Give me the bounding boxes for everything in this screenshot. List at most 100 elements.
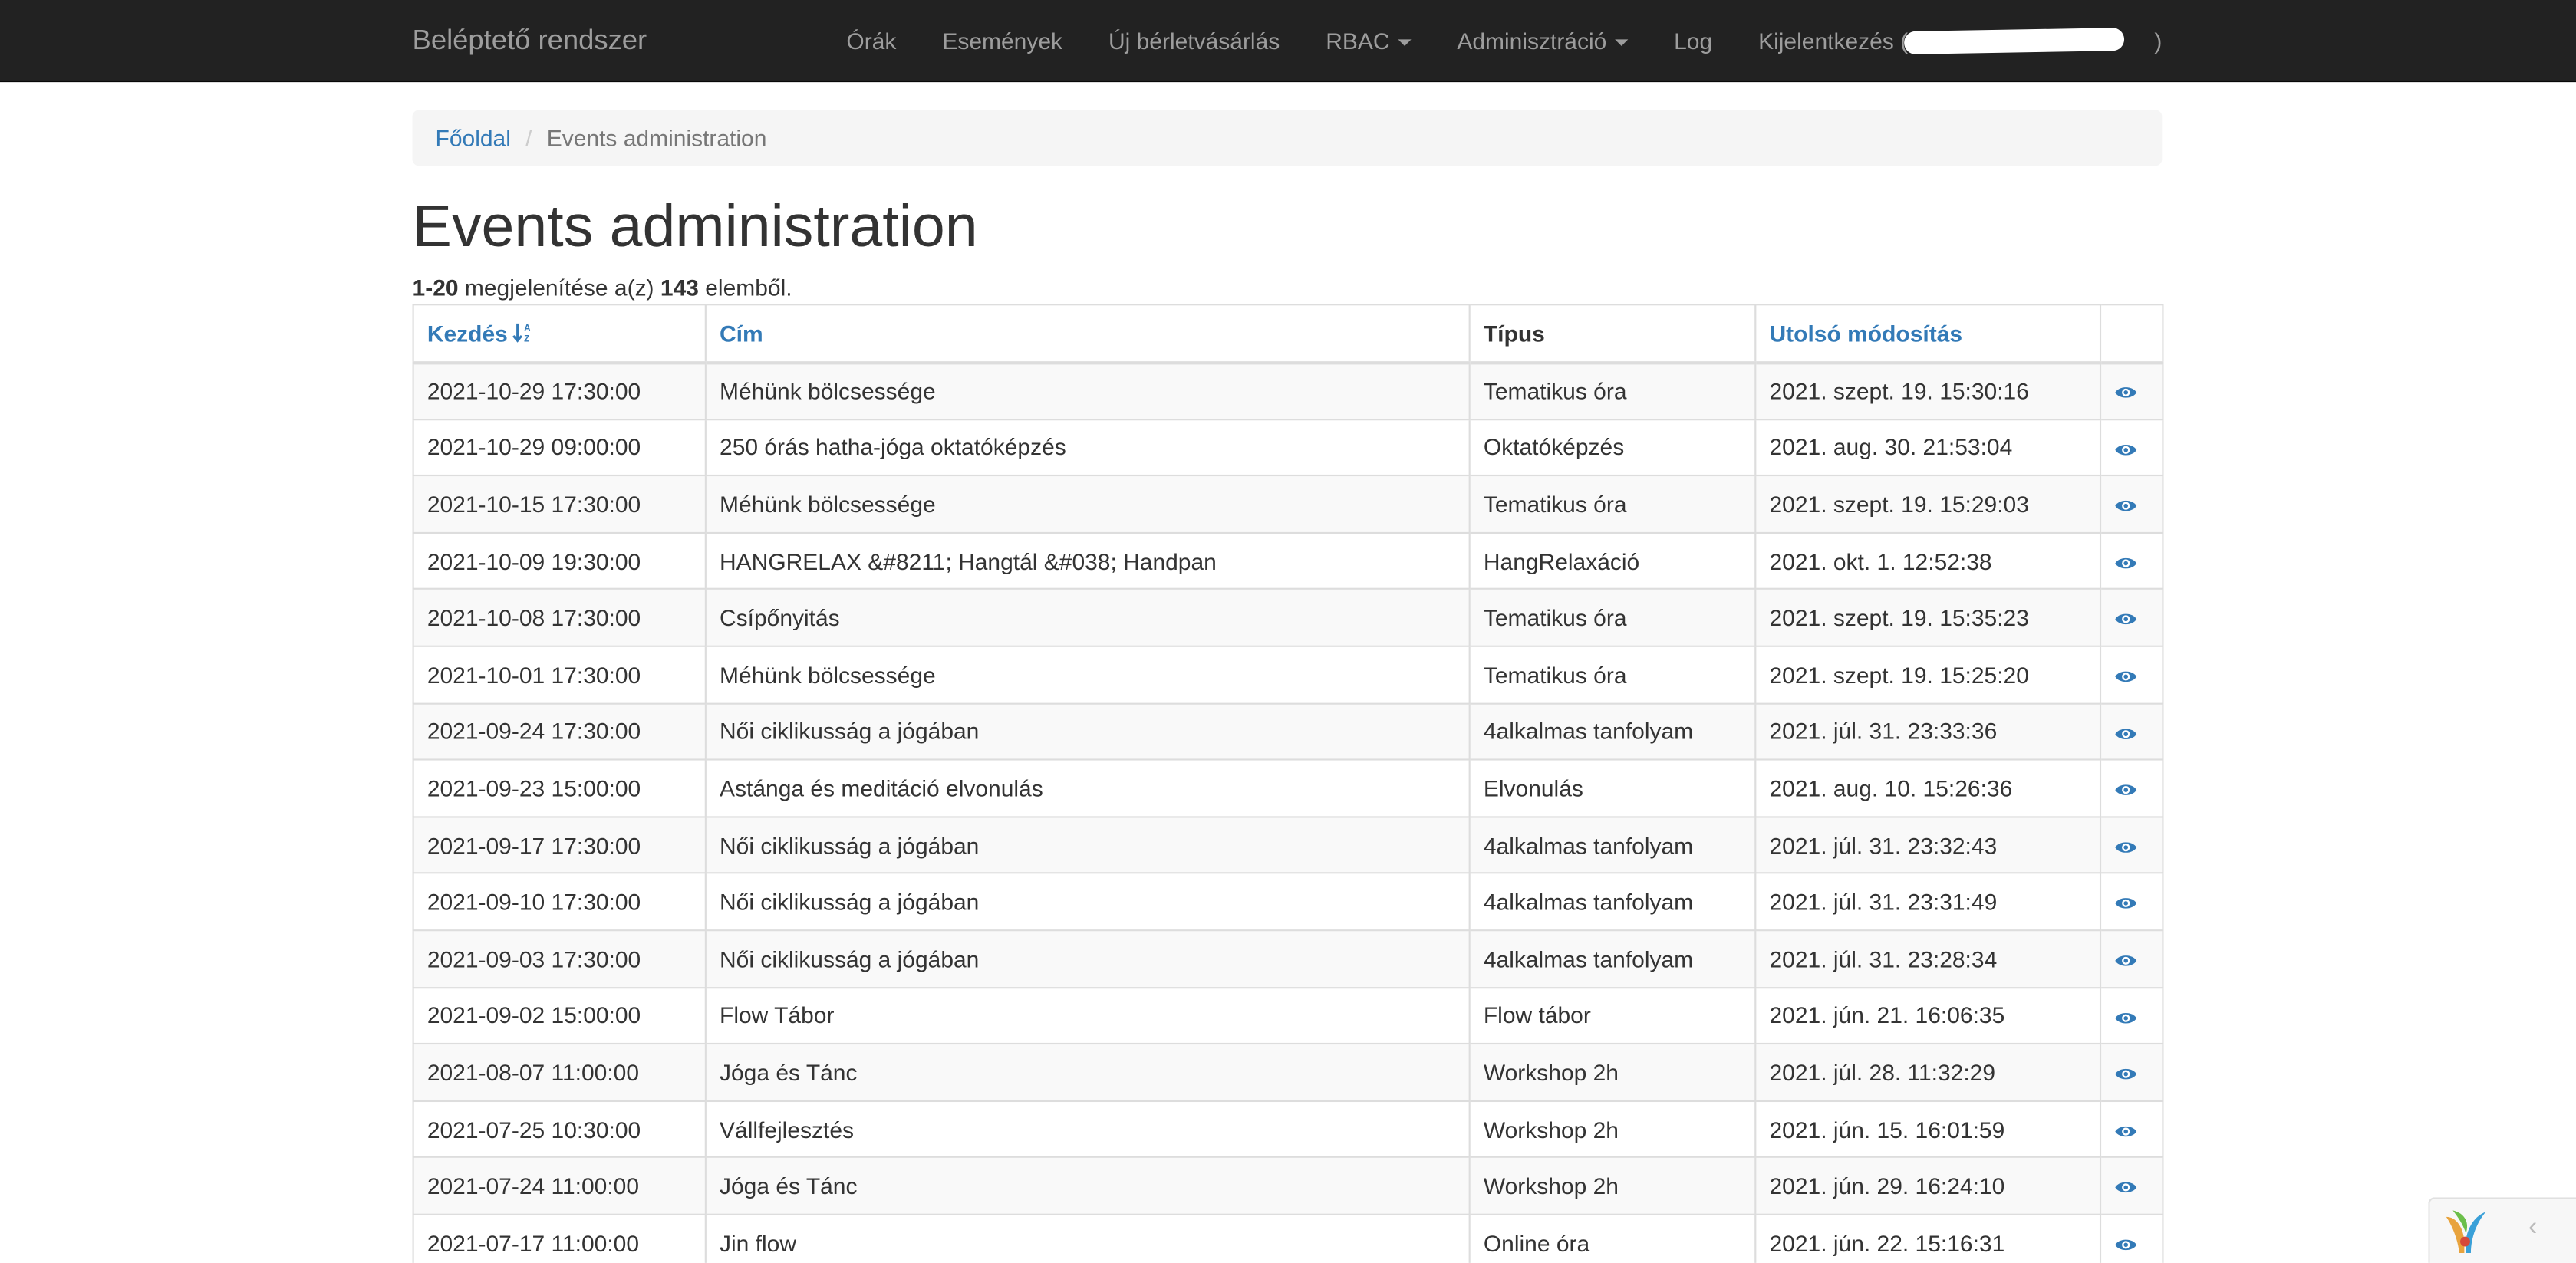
cell-tipus: Tematikus óra: [1468, 475, 1757, 534]
nav-item-adminisztracio-label: Adminisztráció: [1457, 28, 1607, 54]
summary-end: elemből.: [698, 274, 792, 301]
view-button[interactable]: [2114, 1116, 2137, 1142]
column-header-kezdes-label: Kezdés: [427, 320, 508, 347]
cell-kezdes: 2021-09-10 17:30:00: [412, 872, 707, 932]
cell-tipus: Workshop 2h: [1468, 1043, 1757, 1102]
cell-actions: [2099, 588, 2164, 647]
debug-toolbar[interactable]: ‹: [2428, 1197, 2576, 1263]
table-row: 2021-07-25 10:30:00 Vállfejlesztés Worksho…: [412, 1100, 2164, 1159]
view-button[interactable]: [2114, 1002, 2137, 1028]
table-row: 2021-07-24 11:00:00 Jóga és Tánc Workshop …: [412, 1156, 2164, 1215]
column-header-cim[interactable]: Cím: [704, 304, 1471, 364]
view-button[interactable]: [2114, 604, 2137, 630]
view-button[interactable]: [2114, 491, 2137, 517]
cell-actions: [2099, 361, 2164, 420]
cell-tipus: 4alkalmas tanfolyam: [1468, 872, 1757, 932]
caret-down-icon: [1398, 40, 1412, 47]
table-header-row: Kezdés A Z Cím Típus Utolsó módosítás: [412, 304, 2164, 364]
chevron-left-icon[interactable]: ‹: [2528, 1214, 2537, 1244]
cell-actions: [2099, 1213, 2164, 1263]
view-button[interactable]: [2114, 434, 2137, 460]
cell-tipus: Oktatóképzés: [1468, 418, 1757, 477]
cell-tipus: HangRelaxáció: [1468, 531, 1757, 590]
cell-actions: [2099, 418, 2164, 477]
table-row: 2021-09-23 15:00:00 Astánga és meditáció …: [412, 758, 2164, 817]
cell-utolso-modositas: 2021. jún. 29. 16:24:10: [1754, 1156, 2102, 1215]
cell-tipus: Workshop 2h: [1468, 1156, 1757, 1215]
summary-mid: megjelenítése a(z): [458, 274, 660, 301]
cell-cim: 250 órás hatha-jóga oktatóképzés: [704, 418, 1471, 477]
svg-text:Z: Z: [524, 334, 529, 343]
eye-icon: [2115, 955, 2137, 966]
cell-cim: Női ciklikusság a jógában: [704, 815, 1471, 875]
view-button[interactable]: [2114, 378, 2137, 404]
cell-utolso-modositas: 2021. júl. 28. 11:32:29: [1754, 1043, 2102, 1102]
view-button[interactable]: [2114, 1059, 2137, 1085]
cell-actions: [2099, 1043, 2164, 1102]
brand-link[interactable]: Beléptető rendszer: [413, 0, 647, 82]
cell-cim: Csípőnyitás: [704, 588, 1471, 647]
eye-icon: [2115, 1239, 2137, 1251]
summary-range: 1-20: [412, 274, 459, 301]
cell-kezdes: 2021-09-03 17:30:00: [412, 929, 707, 988]
view-button[interactable]: [2114, 946, 2137, 972]
cell-actions: [2099, 645, 2164, 704]
table-row: 2021-07-17 11:00:00 Jin flow Online óra 202…: [412, 1213, 2164, 1263]
top-navbar: Beléptető rendszer Órák Események Új bér…: [0, 0, 2576, 83]
cell-utolso-modositas: 2021. okt. 1. 12:52:38: [1754, 531, 2102, 590]
cell-kezdes: 2021-10-01 17:30:00: [412, 645, 707, 704]
view-button[interactable]: [2114, 832, 2137, 858]
nav-item-uj-berletvasarlas[interactable]: Új bérletvásárlás: [1085, 0, 1303, 82]
table-row: 2021-09-03 17:30:00 Női ciklikusság a jóg…: [412, 929, 2164, 988]
cell-kezdes: 2021-10-09 19:30:00: [412, 531, 707, 590]
cell-utolso-modositas: 2021. aug. 10. 15:26:36: [1754, 758, 2102, 817]
view-button[interactable]: [2114, 719, 2137, 745]
view-button[interactable]: [2114, 1229, 2137, 1255]
svg-text:A: A: [524, 323, 531, 333]
view-button[interactable]: [2114, 889, 2137, 915]
cell-cim: Méhünk bölcsessége: [704, 475, 1471, 534]
nav-item-log[interactable]: Log: [1651, 0, 1735, 82]
yii-logo-icon: [2446, 1210, 2486, 1254]
nav-item-rbac-label: RBAC: [1326, 28, 1390, 54]
nav-item-adminisztracio[interactable]: Adminisztráció: [1434, 0, 1651, 82]
cell-kezdes: 2021-09-23 15:00:00: [412, 758, 707, 817]
cell-utolso-modositas: 2021. jún. 15. 16:01:59: [1754, 1100, 2102, 1159]
cell-actions: [2099, 758, 2164, 817]
breadcrumb: Főoldal / Events administration: [412, 110, 2163, 166]
cell-utolso-modositas: 2021. júl. 31. 23:31:49: [1754, 872, 2102, 932]
summary-total: 143: [660, 274, 699, 301]
cell-actions: [2099, 1100, 2164, 1159]
logout-button[interactable]: Kijelentkezés (): [1735, 0, 2162, 82]
column-header-actions: [2099, 304, 2164, 364]
column-header-kezdes[interactable]: Kezdés A Z: [412, 304, 707, 364]
eye-icon: [2115, 501, 2137, 511]
view-button[interactable]: [2114, 775, 2137, 801]
breadcrumb-current: Events administration: [546, 124, 767, 152]
table-row: 2021-08-07 11:00:00 Jóga és Tánc Workshop …: [412, 1043, 2164, 1102]
column-header-utolso-modositas[interactable]: Utolsó módosítás: [1754, 304, 2102, 364]
cell-actions: [2099, 986, 2164, 1045]
nav-item-orak[interactable]: Órák: [823, 0, 919, 82]
cell-kezdes: 2021-10-08 17:30:00: [412, 588, 707, 647]
nav-item-esemenyek[interactable]: Események: [919, 0, 1085, 82]
cell-tipus: 4alkalmas tanfolyam: [1468, 702, 1757, 761]
table-row: 2021-10-08 17:30:00 Csípőnyitás Tematikus …: [412, 588, 2164, 647]
view-button[interactable]: [2114, 1173, 2137, 1199]
cell-actions: [2099, 929, 2164, 988]
nav-item-rbac[interactable]: RBAC: [1303, 0, 1434, 82]
table-row: 2021-09-17 17:30:00 Női ciklikusság a jóg…: [412, 815, 2164, 875]
cell-tipus: 4alkalmas tanfolyam: [1468, 815, 1757, 875]
cell-tipus: Tematikus óra: [1468, 361, 1757, 420]
cell-kezdes: 2021-10-29 17:30:00: [412, 361, 707, 420]
cell-utolso-modositas: 2021. jún. 22. 15:16:31: [1754, 1213, 2102, 1263]
logout-label: Kijelentkezés (: [1758, 28, 1909, 54]
cell-cim: HANGRELAX &#8211; Hangtál &#038; Handpan: [704, 531, 1471, 590]
cell-actions: [2099, 702, 2164, 761]
view-button[interactable]: [2114, 548, 2137, 574]
eye-icon: [2115, 1012, 2137, 1023]
cell-actions: [2099, 475, 2164, 534]
sort-alpha-asc-icon: AZ: [512, 323, 531, 343]
breadcrumb-home-link[interactable]: Főoldal: [436, 125, 511, 151]
view-button[interactable]: [2114, 662, 2137, 688]
